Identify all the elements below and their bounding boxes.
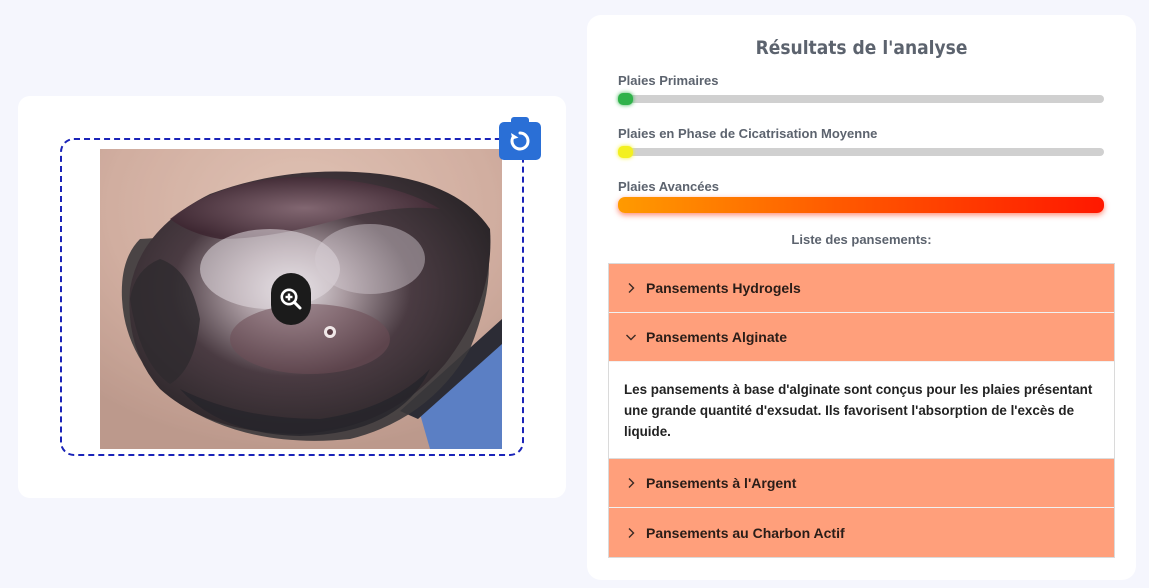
accordion-item-alginate-description: Les pansements à base d'alginate sont co… [609,362,1114,459]
metric-label: Plaies Primaires [618,73,719,88]
metric-progress-fill [618,197,1104,213]
camera-rotate-icon [510,131,530,151]
chevron-down-icon [625,331,637,343]
accordion-item-hydrogels[interactable]: Pansements Hydrogels [609,264,1114,313]
image-upload-card [18,96,566,498]
accordion-item-charbon-actif[interactable]: Pansements au Charbon Actif [609,508,1114,557]
retake-photo-button[interactable] [499,117,541,160]
zoom-button[interactable] [271,273,311,325]
results-title: Résultats de l'analyse [755,37,968,59]
metric-plaies-avancees: Plaies Avancées [618,179,1106,213]
chevron-right-icon [625,477,637,489]
metric-label: Plaies Avancées [618,179,719,194]
metric-progress-track [618,146,1104,158]
accordion-item-alginate[interactable]: Pansements Alginate [609,313,1114,362]
metric-progress-track [618,93,1104,105]
metric-plaies-cicatrisation-moyenne: Plaies en Phase de Cicatrisation Moyenne [618,126,1106,158]
metric-progress-fill [618,146,633,158]
chevron-right-icon [625,282,637,294]
metric-progress-fill [618,93,633,105]
metric-label: Plaies en Phase de Cicatrisation Moyenne [618,126,878,141]
zoom-in-icon [280,288,302,310]
results-card: Résultats de l'analyse Plaies Primaires … [587,15,1136,580]
dressings-list-title: Liste des pansements: [791,232,932,247]
accordion-item-label: Pansements à l'Argent [646,475,797,491]
metric-progress-track [618,197,1104,213]
accordion-item-argent[interactable]: Pansements à l'Argent [609,459,1114,508]
metric-plaies-primaires: Plaies Primaires [618,73,1106,105]
accordion-item-label: Pansements au Charbon Actif [646,524,845,541]
chevron-right-icon [625,527,637,539]
accordion-item-label: Pansements Hydrogels [646,280,801,296]
dressings-accordion: Pansements Hydrogels Pansements Alginate… [608,263,1115,558]
accordion-item-label: Pansements Alginate [646,329,788,345]
